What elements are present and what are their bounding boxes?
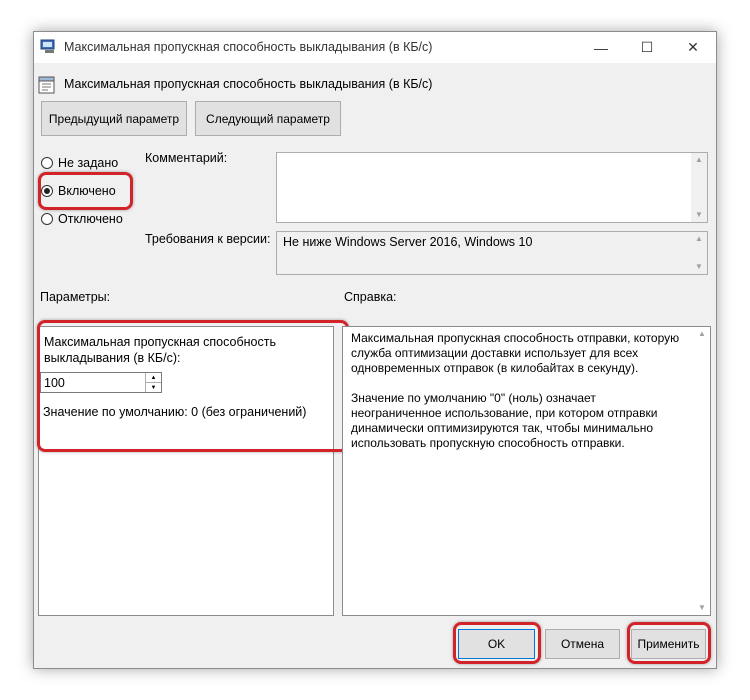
radio-label: Не задано bbox=[58, 156, 119, 170]
help-scrollbar[interactable]: ▲ ▼ bbox=[694, 327, 710, 615]
scroll-down-icon[interactable]: ▼ bbox=[698, 601, 706, 615]
minimize-icon: — bbox=[594, 39, 608, 56]
scroll-down-icon[interactable]: ▼ bbox=[695, 208, 703, 222]
comment-textarea[interactable]: ▲ ▼ bbox=[276, 152, 708, 223]
policy-setting-icon bbox=[38, 76, 55, 94]
parameters-highlight bbox=[37, 320, 349, 452]
maximize-icon: ☐ bbox=[640, 39, 654, 55]
parameters-label: Параметры: bbox=[40, 290, 111, 304]
close-button[interactable]: ✕ bbox=[670, 32, 716, 63]
previous-setting-button[interactable]: Предыдущий параметр bbox=[41, 101, 187, 136]
next-setting-button[interactable]: Следующий параметр bbox=[195, 101, 341, 136]
help-paragraph: Значение по умолчанию "0" (ноль) означае… bbox=[351, 391, 658, 450]
help-paragraph: Максимальная пропускная способность отпр… bbox=[351, 331, 680, 375]
apply-highlight bbox=[627, 622, 711, 664]
requirements-label: Требования к версии: bbox=[145, 232, 271, 246]
requirements-scrollbar[interactable]: ▲ ▼ bbox=[691, 232, 707, 274]
close-icon: ✕ bbox=[687, 39, 699, 55]
scroll-down-icon[interactable]: ▼ bbox=[695, 260, 703, 274]
title-bar[interactable]: Максимальная пропускная способность выкл… bbox=[34, 32, 716, 63]
requirements-field: Не ниже Windows Server 2016, Windows 10 … bbox=[276, 231, 708, 275]
comment-scrollbar[interactable]: ▲ ▼ bbox=[691, 153, 707, 222]
help-panel: Максимальная пропускная способность отпр… bbox=[342, 326, 711, 616]
window-title: Максимальная пропускная способность выкл… bbox=[64, 40, 433, 54]
help-text: Максимальная пропускная способность отпр… bbox=[351, 331, 687, 451]
minimize-button[interactable]: — bbox=[578, 32, 624, 63]
scroll-up-icon[interactable]: ▲ bbox=[698, 327, 706, 341]
radio-circle bbox=[41, 213, 53, 225]
ok-highlight bbox=[453, 622, 541, 664]
help-label: Справка: bbox=[344, 290, 397, 304]
scroll-up-icon[interactable]: ▲ bbox=[695, 153, 703, 167]
policy-heading: Максимальная пропускная способность выкл… bbox=[64, 77, 433, 91]
cancel-button[interactable]: Отмена bbox=[545, 629, 620, 659]
radio-circle bbox=[41, 157, 53, 169]
enabled-highlight bbox=[38, 172, 133, 210]
radio-label: Отключено bbox=[58, 212, 123, 226]
requirements-value: Не ниже Windows Server 2016, Windows 10 bbox=[283, 235, 533, 249]
policy-dialog: Максимальная пропускная способность выкл… bbox=[33, 31, 717, 669]
comment-label: Комментарий: bbox=[145, 151, 228, 165]
app-icon bbox=[40, 39, 55, 53]
maximize-button[interactable]: ☐ bbox=[624, 32, 670, 63]
scroll-up-icon[interactable]: ▲ bbox=[695, 232, 703, 246]
radio-not-configured[interactable]: Не задано bbox=[41, 154, 118, 172]
radio-disabled[interactable]: Отключено bbox=[41, 210, 123, 228]
